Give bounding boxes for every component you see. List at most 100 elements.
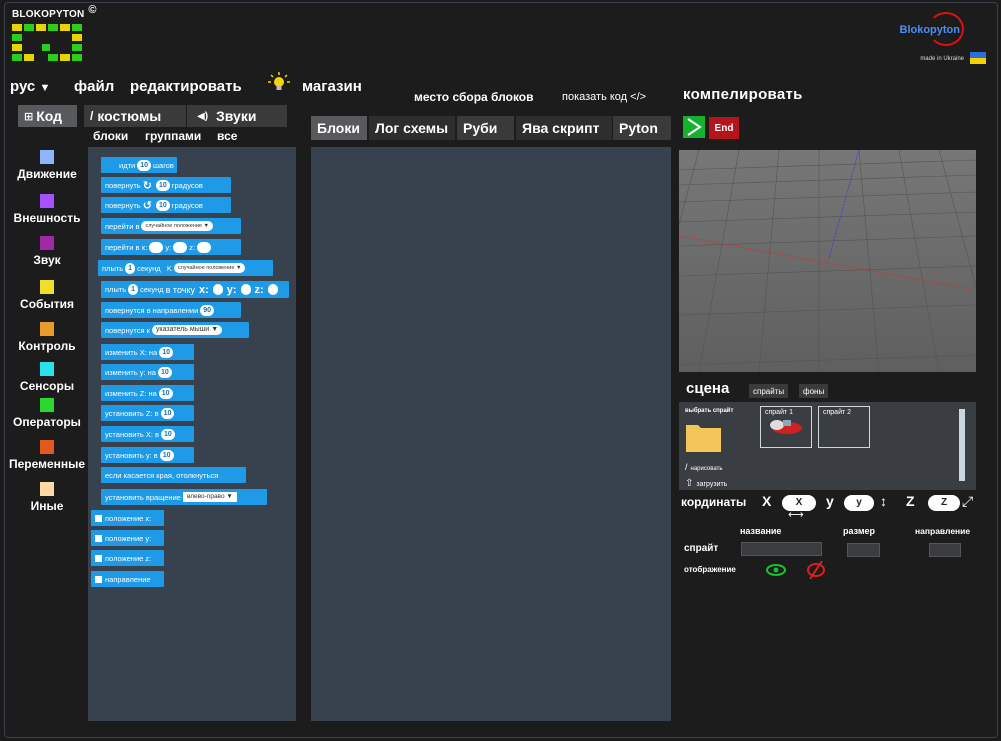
glide-target-dropdown[interactable]: случайное положение ▼ xyxy=(173,263,246,273)
tab-backgrounds[interactable]: фоны xyxy=(799,384,829,398)
language-menu[interactable]: рус ▼ xyxy=(10,78,50,95)
tab-ruby[interactable]: Руби xyxy=(457,116,514,140)
change-x-input[interactable]: 10 xyxy=(159,346,173,358)
lightbulb-icon[interactable] xyxy=(268,72,290,94)
vertical-arrow-icon: ↕ xyxy=(880,493,887,509)
tab-costumes[interactable]: / костюмы xyxy=(84,105,186,127)
play-icon xyxy=(687,118,702,136)
block-change-x[interactable]: изменить X: на 10 xyxy=(101,344,194,360)
y-coord-input[interactable]: y xyxy=(844,495,874,511)
x-input[interactable] xyxy=(212,284,223,295)
category-color-swatch xyxy=(40,362,54,376)
tab-logic-scheme[interactable]: Лог схемы xyxy=(369,116,455,140)
block-position-y[interactable]: положение y: xyxy=(91,530,164,546)
block-change-z[interactable]: изменить Z: на 10 xyxy=(101,385,194,401)
block-position-x[interactable]: положение x: xyxy=(91,510,164,526)
category-sound[interactable]: Звук xyxy=(7,236,87,267)
folder-icon[interactable] xyxy=(685,420,723,454)
steps-input[interactable]: 10 xyxy=(137,159,151,171)
block-workspace[interactable] xyxy=(311,147,671,721)
tab-sounds[interactable]: ◀) Звуки xyxy=(187,105,287,127)
sprite-name-field[interactable] xyxy=(741,542,822,556)
change-z-input[interactable]: 10 xyxy=(158,387,173,399)
rotation-style-dropdown[interactable]: влево-право ▼ xyxy=(182,492,237,502)
z-coord-input[interactable]: Z xyxy=(928,495,960,511)
filter-blocks[interactable]: блоки xyxy=(93,129,128,143)
sprite-card-2[interactable]: спрайт 2 xyxy=(818,406,870,448)
tab-javascript[interactable]: Ява скрипт xyxy=(516,116,612,140)
block-point-direction[interactable]: повернутся в направлении 90 xyxy=(101,302,241,318)
category-events[interactable]: События xyxy=(7,280,87,311)
compile-button[interactable]: компелировать xyxy=(683,86,803,103)
direction-input[interactable]: 90 xyxy=(200,304,215,316)
x-input[interactable] xyxy=(149,241,164,253)
position-x-checkbox[interactable] xyxy=(95,514,102,522)
block-goto-xyz[interactable]: перейти в x: y: z: xyxy=(101,239,241,255)
block-move-steps[interactable]: идти 10 шагов xyxy=(101,157,177,173)
block-glide-to[interactable]: плыть 1 секунд Kслучайное положение ▼ xyxy=(98,260,273,276)
category-color-swatch xyxy=(40,482,54,496)
end-button[interactable]: End xyxy=(709,117,739,139)
set-z-input[interactable]: 10 xyxy=(160,407,175,419)
set-y-input[interactable]: 10 xyxy=(159,449,174,461)
degrees-input[interactable]: 10 xyxy=(155,179,170,191)
category-control[interactable]: Контроль xyxy=(7,322,87,353)
tab-code[interactable]: ⊞ Код xyxy=(18,105,77,127)
seconds-input[interactable]: 1 xyxy=(128,284,139,295)
category-operators[interactable]: Операторы xyxy=(7,398,87,429)
edit-menu[interactable]: редактировать xyxy=(130,78,242,95)
set-x-input[interactable]: 10 xyxy=(161,428,175,440)
show-code-link[interactable]: показать код </> xyxy=(562,91,646,103)
filter-all[interactable]: все xyxy=(217,129,237,143)
block-turn-left[interactable]: повернуть ↺ 10 градусов xyxy=(101,197,231,213)
goto-target-dropdown[interactable]: случайное положение ▼ xyxy=(141,221,213,231)
block-change-y[interactable]: изменить y: на 10 xyxy=(101,364,194,380)
block-set-y[interactable]: установить y: в 10 xyxy=(101,447,194,463)
category-sensing[interactable]: Сенсоры xyxy=(7,362,87,393)
category-variables[interactable]: Переменные xyxy=(7,440,87,471)
tab-blocks[interactable]: Блоки xyxy=(311,116,367,140)
block-direction[interactable]: направление xyxy=(91,571,164,587)
tab-python[interactable]: Pyton xyxy=(613,116,671,140)
category-other[interactable]: Иные xyxy=(7,482,87,513)
draw-sprite-button[interactable]: / нарисовать xyxy=(685,462,722,472)
block-set-z[interactable]: установить Z: в 10 xyxy=(101,405,194,421)
direction-checkbox[interactable] xyxy=(95,575,102,583)
block-turn-right[interactable]: повернуть ↻ 10 градусов xyxy=(101,177,231,193)
block-glide-xyz[interactable]: плыть 1 секунд в точку x: y: z: xyxy=(101,281,289,298)
degrees-input[interactable]: 10 xyxy=(155,199,170,211)
position-z-checkbox[interactable] xyxy=(95,554,102,562)
tab-sprites[interactable]: спрайты xyxy=(749,384,789,398)
sprite-card-1[interactable]: спрайт 1 xyxy=(760,406,812,448)
show-eye-icon[interactable] xyxy=(765,563,787,577)
position-y-checkbox[interactable] xyxy=(95,534,102,542)
z-input[interactable] xyxy=(267,284,278,295)
y-input[interactable] xyxy=(240,284,251,295)
speaker-icon: ◀) xyxy=(197,110,209,122)
point-towards-dropdown[interactable]: указатель мыши ▼ xyxy=(151,325,223,335)
z-input[interactable] xyxy=(197,241,212,253)
sprites-scrollbar[interactable] xyxy=(959,409,965,481)
block-point-towards[interactable]: повернутся к указатель мыши ▼ xyxy=(101,322,249,338)
stage-3d-viewport[interactable] xyxy=(679,150,976,372)
y-input[interactable] xyxy=(173,241,188,253)
sprite-direction-field[interactable] xyxy=(929,543,961,557)
file-menu[interactable]: файл xyxy=(74,78,114,95)
block-set-x[interactable]: установить X: в 10 xyxy=(101,426,194,442)
chevron-down-icon: ▼ xyxy=(211,326,219,333)
block-position-z[interactable]: положение z: xyxy=(91,550,164,566)
change-y-input[interactable]: 10 xyxy=(157,366,172,378)
category-motion[interactable]: Движение xyxy=(7,150,87,181)
block-goto-target[interactable]: перейти в случайное положение ▼ xyxy=(101,218,241,234)
hide-eye-icon[interactable] xyxy=(804,560,828,580)
block-set-rotation-style[interactable]: установить вращение влево-право ▼ xyxy=(101,489,267,505)
upload-sprite-button[interactable]: ⇧ загрузить xyxy=(685,478,727,489)
sprite-size-field[interactable] xyxy=(847,543,880,557)
run-button[interactable] xyxy=(683,116,705,138)
seconds-input[interactable]: 1 xyxy=(125,262,136,274)
filter-groups[interactable]: группами xyxy=(145,129,201,143)
block-bounce-edge[interactable]: если касается края, отолкнуться xyxy=(101,467,246,483)
brush-icon: / xyxy=(90,109,94,123)
store-menu[interactable]: магазин xyxy=(302,78,362,95)
category-looks[interactable]: Внешность xyxy=(7,194,87,225)
